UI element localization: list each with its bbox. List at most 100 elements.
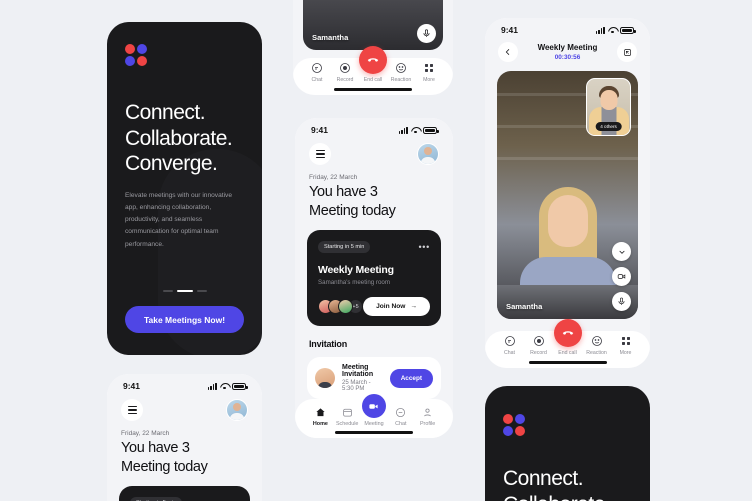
call-control-label: Chat <box>311 77 323 83</box>
pip-figure-face <box>600 90 617 110</box>
pip-video-tile[interactable]: 4 others <box>586 78 631 136</box>
call-control-label: Record <box>336 77 354 83</box>
call-header: Weekly Meeting 00:30:56 <box>485 37 650 62</box>
featured-meeting-card[interactable]: Starting in 5 min ••• Weekly Meeting Sam… <box>307 230 441 327</box>
mic-toggle-button[interactable] <box>612 292 631 311</box>
wifi-icon <box>411 127 420 134</box>
call-control-end[interactable]: End call <box>553 319 582 356</box>
call-partial-video-tile: Samantha <box>303 0 443 50</box>
calendar-icon <box>342 408 352 417</box>
tab-profile[interactable]: Profile <box>414 407 441 427</box>
screen-share-icon <box>623 48 631 56</box>
phone-call-partial: Samantha Chat Record End call Reaction M… <box>293 0 453 95</box>
call-control-reaction[interactable]: Reaction <box>387 62 415 83</box>
featured-meeting-card[interactable]: Starting in 5 min ••• <box>119 486 250 501</box>
call-control-label: End call <box>363 77 383 83</box>
page-title-line-2: Meeting today <box>121 458 208 475</box>
arrow-right-icon: → <box>410 303 417 311</box>
tab-label: Profile <box>419 421 436 427</box>
logo-dot-red-tl <box>503 414 514 425</box>
cellular-signal-icon <box>595 26 605 34</box>
menu-line <box>315 156 325 159</box>
onboarding-headline: Connect. Collaborate. Converge. <box>125 100 244 177</box>
menu-line <box>315 153 325 155</box>
user-avatar[interactable] <box>226 399 248 421</box>
onboarding-headline: Connect. Collaborate. <box>503 466 632 501</box>
smiley-icon <box>591 336 602 346</box>
headline-line-2: Collaborate. <box>503 492 632 501</box>
record-icon <box>533 336 544 346</box>
design-showcase-canvas: Samantha Chat Record End call Reaction M… <box>0 0 752 501</box>
video-call-screen: 9:41 Weekly Meeting 00:30:56 4 others Sa… <box>485 18 650 368</box>
take-meetings-now-button[interactable]: Take Meetings Now! <box>125 306 244 333</box>
call-control-label: Record <box>530 350 547 356</box>
new-meeting-button[interactable] <box>361 394 386 418</box>
call-title-block: Weekly Meeting 00:30:56 <box>538 43 598 61</box>
tab-label: Chat <box>395 421 407 427</box>
invitation-card[interactable]: Meeting Invitation 25 March - 5:30 PM Ac… <box>307 357 441 400</box>
tab-chat[interactable]: Chat <box>387 407 414 427</box>
grid-icon <box>425 64 433 72</box>
back-button[interactable] <box>498 42 518 62</box>
wifi-icon <box>220 383 229 390</box>
status-bar: 9:41 <box>295 118 453 137</box>
chat-bubble-icon <box>396 407 406 418</box>
expand-participants-button[interactable] <box>612 242 631 261</box>
other-participants-badge[interactable]: 4 others <box>595 122 622 131</box>
grid-icon <box>621 337 630 345</box>
call-control-record[interactable]: Record <box>524 335 553 356</box>
battery-icon <box>423 126 439 134</box>
active-speaker-name: Samantha <box>506 302 543 311</box>
camera-toggle-button[interactable] <box>612 267 631 286</box>
video-camera-icon <box>369 403 379 409</box>
pagination-dots[interactable] <box>125 289 244 292</box>
bottom-tab-bar: Home Schedule Meeting Chat Profile <box>295 394 453 438</box>
call-control-bar: Chat Record End call Reaction More <box>485 319 650 368</box>
video-camera-icon <box>617 274 626 279</box>
call-control-more[interactable]: More <box>415 62 443 83</box>
tab-label: Home <box>312 421 328 427</box>
pagination-dot-1[interactable] <box>162 289 173 292</box>
screen-share-button[interactable] <box>617 42 637 62</box>
inviter-avatar <box>315 368 335 389</box>
mic-toggle-button[interactable] <box>417 24 436 43</box>
call-control-more[interactable]: More <box>611 335 640 356</box>
chat-bubble-icon <box>312 63 322 73</box>
join-now-button[interactable]: Join Now → <box>363 297 430 317</box>
status-time: 9:41 <box>311 125 329 135</box>
menu-button[interactable] <box>121 399 143 421</box>
call-control-chat[interactable]: Chat <box>495 335 524 356</box>
participant-name-label: Samantha <box>312 33 349 42</box>
end-call-button[interactable] <box>553 319 582 347</box>
pagination-dot-3[interactable] <box>196 289 207 292</box>
logo-dot-red-tl <box>125 44 136 55</box>
call-control-record[interactable]: Record <box>331 62 359 83</box>
pagination-dot-2-active[interactable] <box>176 289 193 292</box>
call-control-chat[interactable]: Chat <box>303 62 331 83</box>
participant-avatar-stack[interactable]: +5 <box>318 299 363 315</box>
menu-button[interactable] <box>309 143 331 165</box>
microphone-icon <box>423 29 430 37</box>
current-date: Friday, 22 March <box>309 174 358 181</box>
user-icon <box>424 408 431 417</box>
accept-invitation-button[interactable]: Accept <box>389 368 433 388</box>
call-control-reaction[interactable]: Reaction <box>582 335 611 356</box>
user-avatar[interactable] <box>417 143 439 165</box>
call-title: Weekly Meeting <box>537 43 598 52</box>
logo-dot-blue-bl <box>503 425 514 436</box>
menu-line <box>127 409 137 411</box>
tab-home[interactable]: Home <box>307 407 334 427</box>
home-screen: 9:41 Friday, 22 March You have 3 Meeting… <box>295 118 453 438</box>
call-control-end[interactable]: End call <box>359 46 387 83</box>
cellular-signal-icon <box>207 382 217 390</box>
tab-schedule[interactable]: Schedule <box>334 407 361 427</box>
menu-line <box>127 405 137 408</box>
main-video-tile[interactable]: 4 others Samantha <box>497 71 638 319</box>
tab-meeting[interactable]: Meeting <box>361 394 388 427</box>
microphone-icon <box>618 297 625 305</box>
menu-line <box>127 412 137 415</box>
home-screen-partial: 9:41 Friday, 22 March You have 3 Meeting… <box>107 374 262 501</box>
end-call-button[interactable] <box>359 46 387 74</box>
call-control-label: End call <box>558 350 577 356</box>
card-menu-button[interactable]: ••• <box>418 243 430 252</box>
